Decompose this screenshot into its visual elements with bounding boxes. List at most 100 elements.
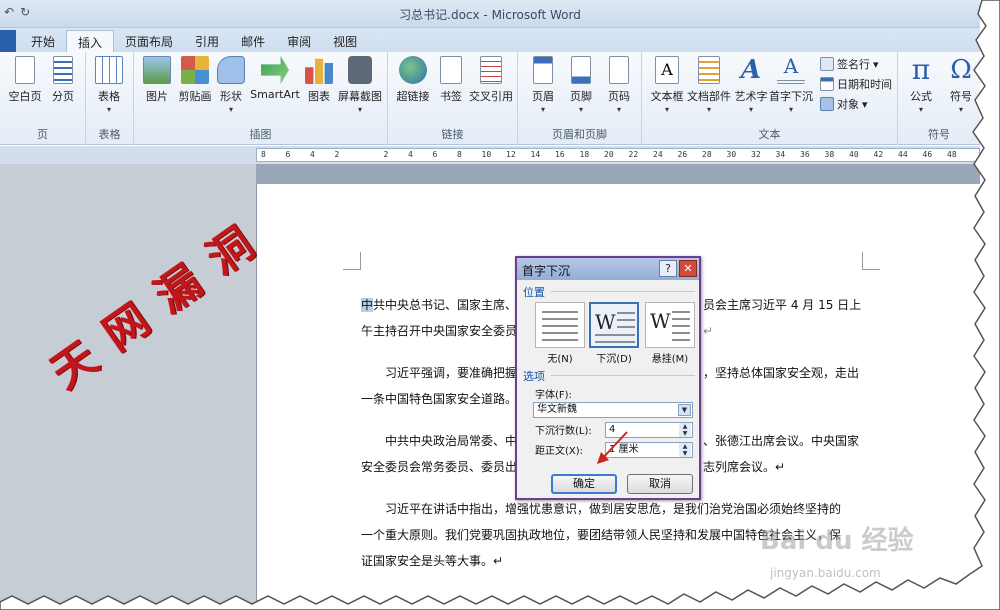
globe-link-icon [399,56,427,84]
cross-reference-button[interactable]: 交叉引用 [468,56,514,104]
position-none-option[interactable] [535,302,585,348]
calligraphy-char: 漏 [145,256,212,324]
paragraph-2-line-1[interactable]: 习近平强调，要准确把握 [361,364,517,382]
text-box-button[interactable]: A 文本框 ▾ [644,56,690,114]
group-symbols: π 公式 ▾ Ω 符号 ▾ 符号 [898,52,980,145]
position-margin-label: 悬挂(M) [651,354,689,365]
cancel-button[interactable]: 取消 [627,474,693,494]
ok-button[interactable]: 确定 [551,474,617,494]
text-line-glyph [672,332,690,334]
object-icon [820,97,834,111]
tab-home[interactable]: 开始 [20,30,66,52]
ruler-tick-label: 40 [849,150,859,159]
close-button[interactable]: ✕ [679,260,697,277]
paragraph-3-line-1[interactable]: 中共中央政治局常委、中 [361,432,517,450]
text-line-glyph [542,325,578,327]
tab-view[interactable]: 视图 [322,30,368,52]
chevron-down-icon[interactable]: ▼ [678,404,691,416]
calendar-icon [820,77,834,91]
page-break-button[interactable]: 分页 [40,56,86,104]
text-line-glyph [542,311,578,313]
file-tab[interactable] [0,30,16,52]
margin-corner-mark [862,252,880,270]
camera-icon [348,56,372,84]
drop-cap-button[interactable]: A 首字下沉 ▾ [768,56,814,114]
quick-parts-button[interactable]: 文档部件 ▾ [686,56,732,114]
spin-arrows-icon[interactable]: ▲ ▼ [679,423,691,437]
font-select[interactable]: 华文新魏 ▼ [533,402,693,418]
table-button[interactable]: 表格 ▾ [86,56,132,114]
ruler-tick-label: 48 [947,150,957,159]
group-label-symbols: 符号 [928,128,950,141]
tab-insert[interactable]: 插入 [66,30,115,52]
tab-mailings[interactable]: 邮件 [230,30,276,52]
ruler-tick-label: 46 [922,150,933,159]
bookmark-icon [440,56,462,84]
chevron-down-icon: ▾ [862,97,868,111]
blank-page-icon [15,56,35,84]
in-margin-w-glyph: W [650,309,671,333]
screenshot-button[interactable]: 屏幕截图 ▾ [334,56,386,114]
spin-arrows-icon[interactable]: ▲ ▼ [679,443,691,457]
ruler-tick-label: 22 [628,150,639,159]
position-margin-option[interactable]: W [645,302,695,348]
text-line-glyph [617,319,635,321]
window-title: 习总书记.docx - Microsoft Word [399,8,581,22]
paragraph-1-line-1[interactable]: 中共中央总书记、国家主席、 [361,296,517,314]
ruler-tick-label: 26 [677,150,688,159]
horizontal-ruler[interactable]: 8 6 4 2 2 4 6 8 10 12 14 16 18 20 22 24 26 28 30 32 34 36 38 40… [256,148,980,162]
position-section-label: 位置 [523,286,545,299]
ribbon: 空白页 分页 页 表格 ▾ 表格 图片 剪贴画 形状 ▾ SmartArt 图表… [0,52,980,145]
tab-review[interactable]: 审阅 [276,30,322,52]
paragraph-2-line-2[interactable]: 一条中国特色国家安全道路。 [361,390,517,408]
tab-page-layout[interactable]: 页面布局 [114,30,184,52]
options-section-label: 选项 [523,370,545,383]
dialog-title: 首字下沉 [522,264,571,278]
paragraph-1-line-1-tail[interactable]: 员会主席习近平 4 月 15 日上 [703,296,861,314]
chevron-down-icon: ▾ [706,105,711,114]
paragraph-3-line-2-tail[interactable]: 志列席会议。↵ [703,458,785,476]
paragraph-4-line-3[interactable]: 证国家安全是头等大事。↵ [361,552,503,570]
page-break-icon [53,56,73,84]
paragraph-3-line-2[interactable]: 安全委员会常务委员、委员出 [361,458,517,476]
paragraph-2-line-1-tail[interactable]: ，坚持总体国家安全观，走出 [703,364,859,382]
signature-icon [820,57,834,71]
text-line-glyph [542,339,578,341]
ruler-tick-label: 34 [775,150,786,159]
dialog-title-bar[interactable]: 首字下沉 ? ✕ [517,258,699,280]
ruler-tick-label: 16 [555,150,565,159]
pi-icon: π [911,53,931,86]
help-button[interactable]: ? [659,260,677,277]
page-number-button[interactable]: 页码 ▾ [596,56,642,114]
group-label-illustrations: 插图 [249,128,272,141]
position-dropped-option[interactable]: W [589,302,639,348]
object-button[interactable]: 对象 ▾ [820,96,868,112]
ruler-tick-label: 42 [873,150,884,159]
group-tables: 表格 ▾ 表格 [86,52,134,145]
baidu-logo: Bai du 经验 [760,526,914,556]
ruler-tick-label: 28 [702,150,712,159]
date-time-button[interactable]: 日期和时间 [820,76,892,92]
tab-references[interactable]: 引用 [184,30,230,52]
smartart-button[interactable]: SmartArt [248,56,302,101]
ruler-tick-label: 24 [653,150,663,159]
shapes-icon [217,56,245,84]
text-line-glyph [617,326,635,328]
signature-line-button[interactable]: 签名行 ▾ [820,56,879,72]
paragraph-4-line-1[interactable]: 习近平在讲话中指出，增强忧患意识，做到居安思危，是我们治党治国必须始终坚持的 [361,500,841,518]
calligraphy-char: 洞 [197,218,264,286]
text-line-glyph [672,339,690,341]
ruler-tick-label: 14 [530,150,541,159]
text-line-glyph [672,325,690,327]
calligraphy-watermark: 天 网 漏 洞 [40,200,270,400]
group-label-pages: 页 [37,128,48,141]
cross-reference-icon [480,56,502,84]
ruler-tick-label: 2 [383,150,389,159]
clip-art-icon [181,56,209,84]
ruler-tick-label: 18 [579,150,590,159]
group-label-text: 文本 [758,128,781,141]
paragraph-3-line-1-tail[interactable]: 、张德江出席会议。中央国家 [703,432,859,450]
paragraph-1-line-2[interactable]: 午主持召开中央国家安全委员 [361,322,517,340]
symbol-button[interactable]: Ω 符号 ▾ [938,56,984,114]
ruler-tick-label: 30 [726,150,737,159]
